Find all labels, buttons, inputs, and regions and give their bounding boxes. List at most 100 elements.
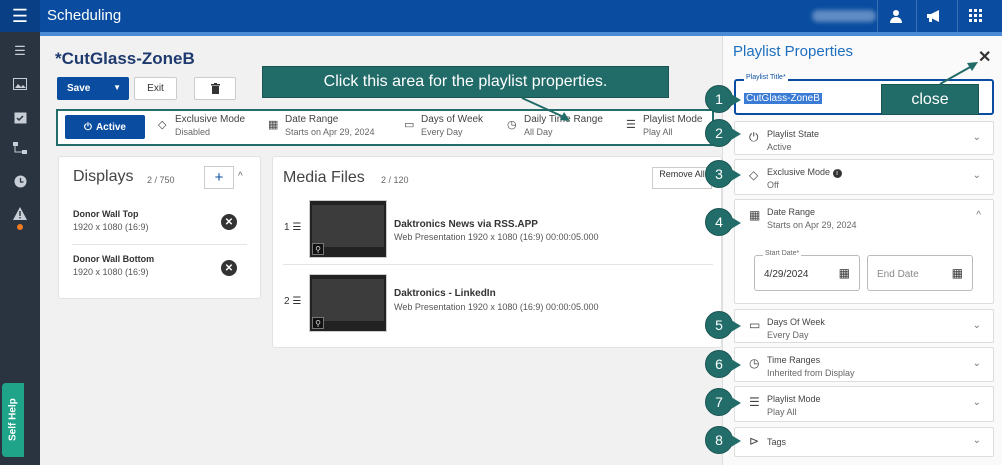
field-value: 4/29/2024 (764, 269, 809, 280)
chevron-down-icon[interactable]: ▼ (113, 83, 121, 92)
calendar-icon[interactable]: ▦ (839, 266, 850, 280)
chevron-down-icon[interactable]: ⌄ (973, 170, 981, 181)
media-file-title: Daktronics News via RSS.APP (394, 219, 538, 230)
section-label: Days Of Week (767, 317, 825, 327)
end-date-field[interactable]: End Date ▦ (867, 255, 973, 291)
prop-label: Playlist Mode (643, 114, 703, 125)
display-item[interactable]: Donor Wall Top 1920 x 1080 (16:9) (73, 209, 149, 232)
display-name: Donor Wall Bottom (73, 254, 155, 264)
section-label: Playlist State (767, 129, 820, 139)
chevron-down-icon[interactable]: ⌄ (973, 320, 981, 331)
step-number-badge: 4 (705, 208, 741, 236)
media-thumbnail[interactable]: ⚲ (309, 200, 387, 258)
playlist-properties-bar[interactable]: ⏻ Active ◇ Exclusive Mode Disabled ▦ Date… (56, 109, 714, 146)
clock-icon[interactable] (11, 173, 29, 189)
step-number-badge: 5 (705, 311, 741, 339)
start-date-field[interactable]: Start Date* 4/29/2024 ▦ (754, 250, 860, 291)
section-label: Date Range (767, 207, 816, 217)
section-value: Inherited from Display (767, 368, 855, 378)
section-label: Time Ranges (767, 355, 821, 365)
remove-display-icon[interactable]: ✕ (221, 260, 237, 276)
remove-all-button[interactable]: Remove All (652, 167, 712, 189)
state-active-button[interactable]: ⏻ Active (65, 115, 145, 139)
link-icon: ⚲ (312, 243, 324, 255)
chevron-down-icon[interactable]: ⌄ (973, 397, 981, 408)
media-number: 1 ☰ (284, 222, 301, 233)
prop-days-of-week[interactable]: ▭ Days of Week Every Day (404, 113, 484, 139)
section-playlist-mode[interactable]: ☰ Playlist Mode Play All ⌄ (734, 386, 994, 422)
step-number-badge: 7 (705, 388, 741, 416)
media-index: 2 (284, 296, 290, 307)
prop-value: Starts on Apr 29, 2024 (285, 127, 375, 137)
chevron-down-icon[interactable]: ⌄ (973, 358, 981, 369)
power-icon: ⏻ (749, 130, 759, 144)
state-label: Active (95, 121, 126, 133)
delete-button[interactable] (194, 77, 236, 100)
remove-display-icon[interactable]: ✕ (221, 214, 237, 230)
section-value: Starts on Apr 29, 2024 (767, 220, 857, 230)
displays-count: 2 / 750 (147, 175, 175, 185)
calendar-check-icon[interactable] (11, 109, 29, 125)
prop-value: Every Day (421, 127, 463, 137)
diamond-icon: ◇ (158, 119, 167, 131)
display-item[interactable]: Donor Wall Bottom 1920 x 1080 (16:9) (73, 254, 154, 277)
media-file-title: Daktronics - LinkedIn (394, 288, 496, 299)
prop-value: Play All (643, 127, 673, 137)
section-value: Every Day (767, 330, 809, 340)
media-thumbnail[interactable]: ⚲ (309, 274, 387, 332)
drag-handle-icon[interactable]: ☰ (292, 222, 301, 233)
chevron-up-icon[interactable]: ^ (238, 171, 243, 182)
prop-date-range[interactable]: ▦ Date Range Starts on Apr 29, 2024 (268, 113, 375, 139)
apps-grid-icon[interactable] (957, 0, 993, 32)
annotation-arrow (521, 97, 570, 121)
info-icon[interactable]: i (832, 169, 842, 178)
section-exclusive-mode[interactable]: ◇ Exclusive Mode i Off ⌄ (734, 159, 994, 195)
megaphone-icon[interactable] (916, 0, 952, 32)
user-icon[interactable] (877, 0, 913, 32)
section-label: Tags (767, 437, 787, 447)
save-button[interactable]: Save ▼ (57, 77, 129, 100)
drag-handle-icon[interactable]: ☰ (292, 296, 301, 307)
field-value[interactable]: CutGlass-ZoneB (744, 93, 822, 104)
section-value: Off (767, 180, 779, 190)
step-number-badge: 3 (705, 160, 741, 188)
network-icon[interactable] (11, 140, 29, 156)
app-title: Scheduling (47, 7, 122, 24)
prop-exclusive-mode[interactable]: ◇ Exclusive Mode Disabled (158, 113, 245, 139)
list-icon[interactable]: ☰ (11, 43, 29, 59)
add-display-button[interactable]: + (204, 166, 234, 189)
menu-icon[interactable]: ☰ (0, 0, 40, 32)
media-file-details: Web Presentation 1920 x 1080 (16:9) 00:0… (394, 232, 599, 242)
chevron-up-icon[interactable]: ^ (976, 210, 981, 221)
thumbnail-preview (312, 279, 384, 321)
calendar-icon: ▭ (404, 119, 415, 131)
exit-button[interactable]: Exit (134, 77, 177, 100)
prop-label: Days of Week (421, 114, 484, 125)
tag-icon: ⊳ (749, 434, 760, 448)
display-resolution: 1920 x 1080 (16:9) (73, 267, 149, 277)
chevron-down-icon[interactable]: ⌄ (973, 435, 981, 446)
warning-icon[interactable] (11, 205, 29, 221)
media-number: 2 ☰ (284, 296, 301, 307)
section-time-ranges[interactable]: ◷ Time Ranges Inherited from Display ⌄ (734, 347, 994, 382)
close-icon[interactable]: ✕ (978, 47, 991, 67)
section-value: Active (767, 142, 792, 152)
divider (72, 244, 247, 245)
section-value: Play All (767, 407, 797, 417)
field-label: Playlist Title* (744, 74, 788, 81)
diamond-icon: ◇ (749, 168, 759, 182)
field-placeholder: End Date (877, 269, 919, 280)
chevron-down-icon[interactable]: ⌄ (973, 132, 981, 143)
section-days-of-week[interactable]: ▭ Days Of Week Every Day ⌄ (734, 309, 994, 343)
section-playlist-state[interactable]: ⏻ Playlist State Active ⌄ (734, 121, 994, 155)
display-name: Donor Wall Top (73, 209, 139, 219)
annotation-callout-main: Click this area for the playlist propert… (262, 66, 669, 98)
calendar-icon: ▦ (749, 208, 761, 222)
section-tags[interactable]: ⊳ Tags ⌄ (734, 427, 994, 457)
divider (283, 264, 713, 265)
image-icon[interactable] (11, 76, 29, 92)
self-help-tab[interactable]: Self Help (2, 383, 24, 457)
calendar-icon[interactable]: ▦ (952, 266, 963, 280)
step-number-badge: 6 (705, 350, 741, 378)
prop-playlist-mode[interactable]: ☰ Playlist Mode Play All (626, 113, 703, 139)
